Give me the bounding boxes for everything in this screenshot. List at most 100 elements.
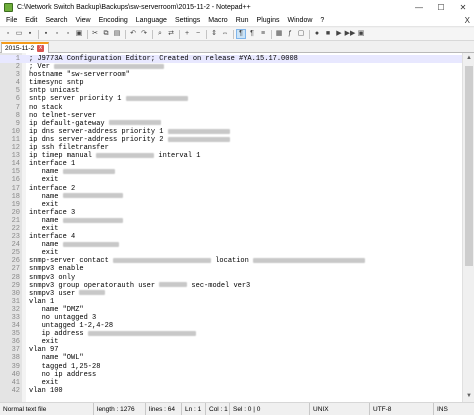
close-document-button[interactable]: X [465,15,470,27]
text-line[interactable]: 36 exit [0,338,462,346]
text-line[interactable]: 5 sntp unicast [0,87,462,95]
text-line[interactable]: 2 ; Ver [0,63,462,71]
menu-macro[interactable]: Macro [204,17,231,24]
text-line[interactable]: 21 name [0,217,462,225]
redacted-text [108,120,161,126]
save-macro-icon[interactable]: ▣ [356,29,366,39]
text-line[interactable]: 27 snmpv3 enable [0,265,462,273]
line-text: exit [29,249,59,257]
text-line[interactable]: 11 ip dns server-address priority 2 [0,136,462,144]
status-eol[interactable]: UNIX [310,403,370,415]
text-line[interactable]: 33 no untagged 3 [0,314,462,322]
text-line[interactable]: 15 name [0,168,462,176]
print-icon[interactable]: ▣ [74,29,84,39]
text-line[interactable]: 6 sntp server priority 1 [0,95,462,103]
stop-macro-icon[interactable]: ■ [323,29,333,39]
text-line[interactable]: 17 interface 2 [0,185,462,193]
editor-area[interactable]: 1 ; J9773A Configuration Editor; Created … [0,53,474,402]
text-line[interactable]: 30 snmpv3 user [0,290,462,298]
text-line[interactable]: 10 ip dns server-address priority 1 [0,128,462,136]
menu-encoding[interactable]: Encoding [95,17,132,24]
save-icon[interactable]: ▪ [25,29,35,39]
sync-horizontal-icon[interactable]: ⇔ [220,29,230,39]
close-all-icon[interactable]: ▫ [63,29,73,39]
menu-language[interactable]: Language [132,17,171,24]
maximize-button[interactable]: ☐ [430,0,452,15]
paste-icon[interactable]: ▤ [112,29,122,39]
text-line[interactable]: 20 interface 3 [0,209,462,217]
menu-run[interactable]: Run [232,17,253,24]
text-line[interactable]: 8 no telnet-server [0,112,462,120]
text-line[interactable]: 28 snmpv3 only [0,274,462,282]
find-icon[interactable]: ⌕ [155,29,165,39]
status-encoding[interactable]: UTF-8 [370,403,434,415]
menu-window[interactable]: Window [284,17,317,24]
menu-view[interactable]: View [72,17,95,24]
undo-icon[interactable]: ↶ [128,29,138,39]
text-line[interactable]: 12 ip ssh filetransfer [0,144,462,152]
text-line[interactable]: 23 interface 4 [0,233,462,241]
text-line[interactable]: 42 vlan 100 [0,387,462,395]
tab-close-icon[interactable]: x [37,45,45,52]
copy-icon[interactable]: ⧉ [101,29,111,39]
tab-2015-11-2[interactable]: 2015-11-2 x [1,42,49,53]
text-line[interactable]: 29 snmpv3 group operatorauth user sec-mod… [0,282,462,290]
sync-vertical-icon[interactable]: ⇕ [209,29,219,39]
redo-icon[interactable]: ↷ [139,29,149,39]
redacted-text [62,168,115,174]
text-line[interactable]: 26 snmp-server contact location [0,257,462,265]
redacted-text [167,128,230,134]
menu-file[interactable]: File [2,17,21,24]
text-line[interactable]: 1 ; J9773A Configuration Editor; Created … [0,55,462,64]
menu-help[interactable]: ? [316,17,328,24]
zoom-out-icon[interactable]: − [193,29,203,39]
open-file-icon[interactable]: ▭ [14,29,24,39]
all-chars-icon[interactable]: ¶ [247,29,257,39]
text-line[interactable]: 40 no ip address [0,371,462,379]
replace-icon[interactable]: ⇄ [166,29,176,39]
new-file-icon[interactable]: ▫ [3,29,13,39]
text-line[interactable]: 7 no stack [0,104,462,112]
text-line[interactable]: 41 exit [0,379,462,387]
play-macro-icon[interactable]: ▶ [334,29,344,39]
indent-guide-icon[interactable]: ≡ [258,29,268,39]
text-line[interactable]: 3 hostname "sw-serverroom" [0,71,462,79]
text-line[interactable]: 38 name "OWL" [0,354,462,362]
menu-edit[interactable]: Edit [21,17,41,24]
text-line[interactable]: 18 name [0,193,462,201]
text-line[interactable]: 19 exit [0,201,462,209]
minimize-button[interactable]: — [408,0,430,15]
menu-search[interactable]: Search [41,17,71,24]
close-icon[interactable]: ▫ [52,29,62,39]
text-line[interactable]: 24 name [0,241,462,249]
run-macro-icon[interactable]: ▶▶ [345,29,356,39]
close-button[interactable]: ✕ [452,0,474,15]
text-line[interactable]: 14 interface 1 [0,160,462,168]
text-line[interactable]: 13 ip timep manual interval 1 [0,152,462,160]
text-line[interactable]: 4 timesync sntp [0,79,462,87]
text-line[interactable]: 25 exit [0,249,462,257]
scroll-up-icon[interactable]: ▲ [463,53,474,64]
text-line[interactable]: 22 exit [0,225,462,233]
cut-icon[interactable]: ✂ [90,29,100,39]
text-line[interactable]: 31 vlan 1 [0,298,462,306]
function-list-icon[interactable]: ƒ [285,29,295,39]
text-line[interactable]: 39 tagged 1,25-28 [0,363,462,371]
vertical-scrollbar[interactable]: ▲ ▼ [462,53,474,402]
menu-settings[interactable]: Settings [171,17,204,24]
menu-plugins[interactable]: Plugins [253,17,284,24]
folder-workspace-icon[interactable]: ▢ [296,29,306,39]
doc-map-icon[interactable]: ▦ [274,29,284,39]
scroll-thumb[interactable] [465,66,473,266]
save-all-icon[interactable]: ▪ [41,29,51,39]
text-line[interactable]: 32 name "DMZ" [0,306,462,314]
scroll-down-icon[interactable]: ▼ [463,391,474,402]
text-line[interactable]: 34 untagged 1-2,4-28 [0,322,462,330]
zoom-in-icon[interactable]: + [182,29,192,39]
text-line[interactable]: 9 ip default-gateway [0,120,462,128]
word-wrap-icon[interactable]: ¶ [236,29,246,39]
text-line[interactable]: 16 exit [0,176,462,184]
record-macro-icon[interactable]: ● [312,29,322,39]
text-line[interactable]: 35 ip address [0,330,462,338]
text-line[interactable]: 37 vlan 97 [0,346,462,354]
